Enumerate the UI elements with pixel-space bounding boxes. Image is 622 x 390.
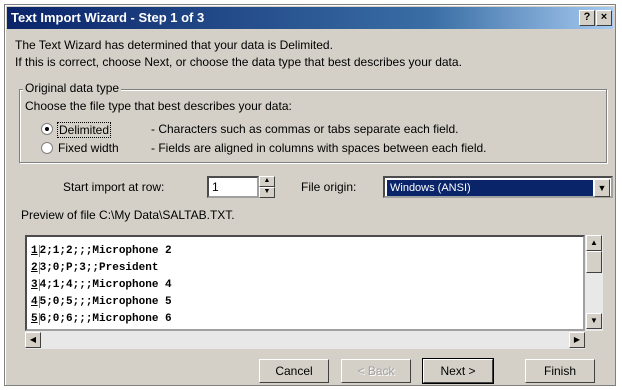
- file-type-prompt: Choose the file type that best describes…: [25, 99, 292, 113]
- delimited-radio[interactable]: [41, 123, 53, 135]
- row-text: 5;0;5;;;Microphone 5: [39, 296, 172, 308]
- title-bar: Text Import Wizard - Step 1 of 3 ? ×: [7, 7, 613, 29]
- delimited-label[interactable]: Delimited: [57, 122, 112, 138]
- fixed-width-label[interactable]: Fixed width: [58, 141, 119, 155]
- close-button[interactable]: ×: [596, 10, 612, 26]
- row-number: 2: [31, 262, 40, 274]
- file-origin-value: Windows (ANSI): [387, 180, 593, 196]
- window-title: Text Import Wizard - Step 1 of 3: [11, 10, 205, 25]
- preview-row: 1 2;1;2;;;Microphone 2: [31, 245, 172, 257]
- start-import-row-label: Start import at row:: [63, 180, 165, 194]
- scroll-left-arrow-icon[interactable]: ◀: [25, 332, 41, 348]
- start-import-row-value: 1: [212, 180, 219, 194]
- row-number: 4: [31, 296, 40, 308]
- row-text: 3;0;P;3;;President: [39, 262, 159, 274]
- finish-button[interactable]: Finish: [525, 359, 595, 383]
- vertical-scrollbar[interactable]: ▲ ▼: [585, 235, 603, 331]
- back-button[interactable]: < Back: [341, 359, 411, 383]
- intro-line-1: The Text Wizard has determined that your…: [15, 38, 333, 52]
- file-preview-area[interactable]: 1 2;1;2;;;Microphone 2 2 3;0;P;3;;Presiden…: [25, 235, 585, 331]
- start-import-row-input[interactable]: 1: [207, 176, 259, 198]
- preview-row: 3 4;1;4;;;Microphone 4: [31, 279, 172, 291]
- scroll-right-arrow-icon[interactable]: ▶: [569, 332, 585, 348]
- vertical-scroll-thumb[interactable]: [586, 251, 602, 273]
- horizontal-scrollbar[interactable]: ◀ ▶: [25, 331, 585, 349]
- row-number: 3: [31, 279, 40, 291]
- spin-down-button[interactable]: ▼: [259, 187, 275, 198]
- preview-label: Preview of file C:\My Data\SALTAB.TXT.: [21, 208, 235, 222]
- help-button[interactable]: ?: [579, 10, 595, 26]
- next-button[interactable]: Next >: [422, 358, 494, 384]
- preview-row: 4 5;0;5;;;Microphone 5: [31, 296, 172, 308]
- file-origin-select[interactable]: Windows (ANSI) ▼: [383, 176, 613, 198]
- row-text: 2;1;2;;;Microphone 2: [39, 245, 172, 257]
- file-origin-label: File origin:: [301, 180, 357, 194]
- scroll-up-arrow-icon[interactable]: ▲: [586, 235, 602, 251]
- row-number: 1: [31, 245, 40, 257]
- chevron-down-icon[interactable]: ▼: [594, 179, 610, 197]
- preview-row: 5 6;0;6;;;Microphone 6: [31, 313, 172, 325]
- preview-row: 2 3;0;P;3;;President: [31, 262, 158, 274]
- cancel-button[interactable]: Cancel: [259, 359, 329, 383]
- fixed-width-radio[interactable]: [41, 142, 53, 154]
- text-import-wizard-dialog: Text Import Wizard - Step 1 of 3 ? × The…: [4, 4, 616, 386]
- scroll-down-arrow-icon[interactable]: ▼: [586, 313, 602, 329]
- intro-line-2: If this is correct, choose Next, or choo…: [15, 55, 462, 69]
- row-text: 6;0;6;;;Microphone 6: [39, 313, 172, 325]
- row-text: 4;1;4;;;Microphone 4: [39, 279, 172, 291]
- original-data-type-legend: Original data type: [23, 81, 122, 95]
- delimited-description: - Characters such as commas or tabs sepa…: [151, 122, 459, 136]
- fixed-width-description: - Fields are aligned in columns with spa…: [151, 141, 487, 155]
- spin-up-button[interactable]: ▲: [259, 176, 275, 187]
- row-number: 5: [31, 313, 40, 325]
